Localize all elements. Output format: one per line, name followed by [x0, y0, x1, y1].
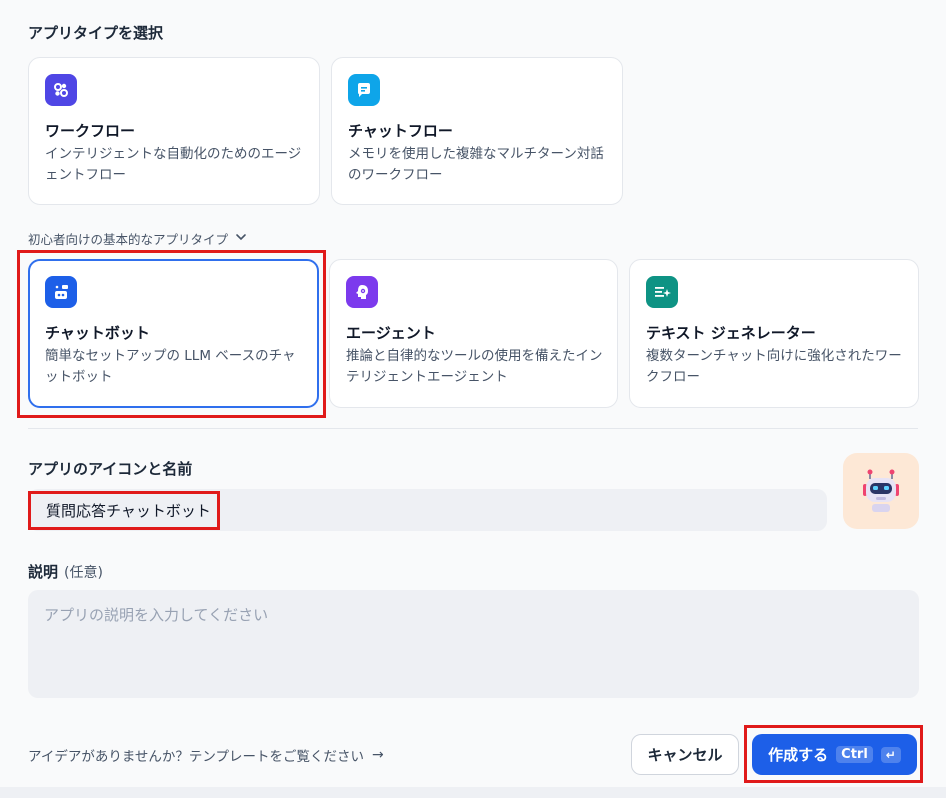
- chevron-down-icon: [234, 229, 248, 248]
- highlight-box-name: [28, 491, 220, 530]
- cancel-button-label: キャンセル: [647, 746, 723, 764]
- chatflow-icon: [348, 74, 380, 106]
- app-type-card-workflow[interactable]: ワークフロー インテリジェントな自動化のためのエージェントフロー: [28, 57, 320, 205]
- card-title: テキスト ジェネレーター: [646, 324, 816, 342]
- template-link[interactable]: アイデアがありませんか？テンプレートをご覧ください →: [28, 745, 384, 765]
- card-description: 推論と自律的なツールの使用を備えたインテリジェントエージェント: [346, 348, 603, 385]
- app-type-card-text-generator[interactable]: テキスト ジェネレーター 複数ターンチャット向けに強化されたワークフロー: [629, 259, 919, 408]
- app-type-card-agent[interactable]: エージェント 推論と自律的なツールの使用を備えたインテリジェントエージェント: [329, 259, 618, 408]
- card-description: 複数ターンチャット向けに強化されたワークフロー: [646, 348, 902, 385]
- card-title: ワークフロー: [45, 122, 136, 140]
- cancel-button[interactable]: キャンセル: [631, 734, 739, 775]
- description-optional: (任意): [64, 565, 103, 581]
- template-link-label: アイデアがありませんか？テンプレートをご覧ください: [28, 749, 365, 765]
- card-description: メモリを使用した複雑なマルチターン対話のワークフロー: [348, 146, 604, 183]
- card-title: チャットフロー: [348, 122, 453, 140]
- divider: [28, 428, 918, 429]
- description-title: 説明: [28, 563, 59, 581]
- app-name-title: アプリのアイコンと名前: [28, 460, 193, 478]
- highlight-box-create: [744, 725, 923, 783]
- description-header: 説明 (任意): [28, 561, 103, 582]
- description-placeholder: アプリの説明を入力してください: [44, 606, 269, 624]
- app-type-title: アプリタイプを選択: [28, 24, 164, 42]
- workflow-icon: [45, 74, 77, 106]
- card-description: インテリジェントな自動化のためのエージェントフロー: [45, 146, 302, 183]
- card-title: エージェント: [346, 324, 436, 342]
- bottom-strip: [0, 787, 946, 798]
- basic-app-types-label: 初心者向けの基本的なアプリタイプ: [28, 232, 229, 247]
- arrow-right-icon: →: [372, 747, 384, 763]
- robot-avatar-icon[interactable]: [843, 453, 919, 529]
- app-type-card-chatflow[interactable]: チャットフロー メモリを使用した複雑なマルチターン対話のワークフロー: [331, 57, 623, 205]
- basic-app-types-toggle[interactable]: 初心者向けの基本的なアプリタイプ: [28, 229, 248, 248]
- highlight-box-chatbot: [17, 250, 326, 418]
- text-generator-icon: [646, 276, 678, 308]
- description-textarea[interactable]: アプリの説明を入力してください: [28, 590, 919, 698]
- agent-icon: [346, 276, 378, 308]
